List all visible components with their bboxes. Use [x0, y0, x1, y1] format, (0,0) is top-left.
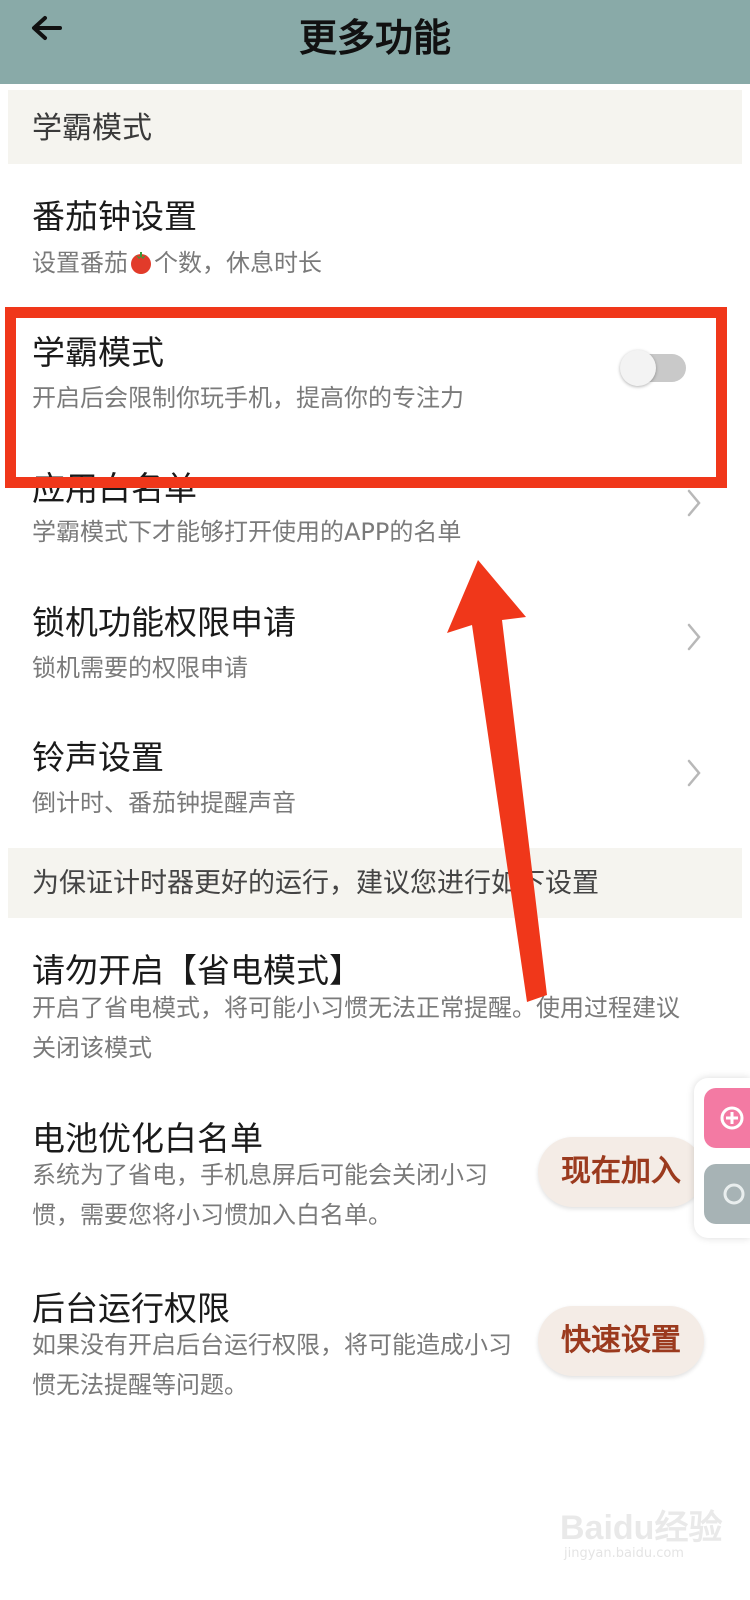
annotation-arrow	[447, 560, 547, 1002]
watermark-text: Baidu经验	[560, 1509, 723, 1547]
watermark-url: jingyan.baidu.com	[564, 1546, 684, 1561]
watermark-logo: Baidu经验 jingyan.baidu.com	[560, 1490, 740, 1570]
